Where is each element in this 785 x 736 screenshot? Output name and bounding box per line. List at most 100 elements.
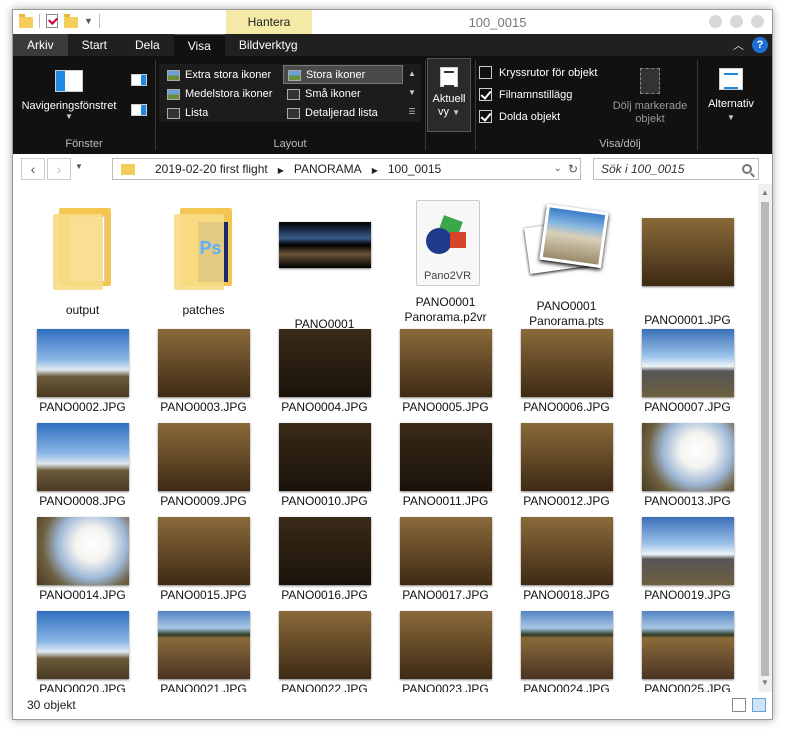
file-item[interactable]: PANO0012.JPG (509, 423, 624, 509)
scroll-down-icon[interactable]: ▼ (758, 676, 772, 690)
file-item[interactable]: PANO0001 Panorama.jpg (267, 200, 382, 347)
scroll-up-icon[interactable]: ▲ (758, 186, 772, 200)
vertical-scrollbar[interactable]: ▲ ▼ (758, 184, 772, 692)
back-button[interactable]: ‹ (21, 158, 45, 180)
checkbox-item-checkboxes[interactable]: Kryssrutor för objekt (479, 66, 597, 82)
file-item[interactable]: PANO0003.JPG (146, 329, 261, 415)
file-item[interactable]: PANO0006.JPG (509, 329, 624, 415)
gallery-more-icon[interactable]: ☰ (405, 102, 419, 121)
large-icons-view-icon[interactable] (752, 698, 766, 712)
file-name: PANO0023.JPG (402, 682, 489, 692)
file-item[interactable]: Ps patches (146, 200, 261, 318)
file-item[interactable]: PANO0004.JPG (267, 329, 382, 415)
checkbox-checked[interactable] (479, 88, 492, 101)
tab-arkiv[interactable]: Arkiv (13, 34, 68, 56)
file-item[interactable]: PANO0015.JPG (146, 517, 261, 603)
checkbox-checked[interactable] (479, 110, 492, 123)
toolbar-separator (39, 14, 40, 28)
layout-medium-icons[interactable]: Medelstora ikoner (163, 85, 272, 104)
search-placeholder: Sök i 100_0015 (601, 162, 685, 176)
search-input[interactable]: Sök i 100_0015 (593, 158, 759, 180)
checkbox-hidden-items[interactable]: Dolda objekt (479, 110, 560, 126)
current-view-button[interactable]: Aktuell vy ▼ (427, 58, 471, 132)
help-icon[interactable]: ? (752, 37, 768, 53)
recent-locations-icon[interactable]: ▼ (75, 162, 83, 171)
layout-large-icons[interactable]: Stora ikoner (283, 65, 403, 84)
file-item[interactable]: PANO0002.JPG (25, 329, 140, 415)
layout-gallery-scroll[interactable]: ▲ ▼ ☰ (405, 64, 419, 122)
checkbox-file-extensions[interactable]: Filnamnstillägg (479, 88, 572, 104)
file-item[interactable]: PANO0024.JPG (509, 611, 624, 692)
file-item[interactable]: PANO0008.JPG (25, 423, 140, 509)
folder-icon[interactable] (19, 13, 33, 28)
details-pane-icon[interactable] (131, 104, 147, 116)
layout-extra-large-icons[interactable]: Extra stora ikoner (163, 66, 271, 85)
scroll-down-icon[interactable]: ▼ (405, 83, 419, 102)
checkbox-unchecked[interactable] (479, 66, 492, 79)
file-item[interactable]: PANO0023.JPG (388, 611, 503, 692)
current-view-label: Aktuell (432, 93, 466, 105)
scroll-up-icon[interactable]: ▲ (405, 64, 419, 83)
file-item[interactable]: PANO0009.JPG (146, 423, 261, 509)
hide-selected-label: Dölj markerade (612, 100, 688, 112)
options-button[interactable]: Alternativ ▼ (701, 68, 761, 124)
maximize-button[interactable] (730, 15, 743, 28)
current-view-icon (440, 67, 458, 87)
tab-dela[interactable]: Dela (121, 34, 174, 56)
address-dropdown-icon[interactable]: ⌄ (554, 159, 562, 179)
pano2vr-icon: Pano2VR (410, 200, 482, 288)
breadcrumb-chevron-icon[interactable]: ▶ (278, 166, 284, 175)
address-controls: ⌄ ↻ (554, 159, 578, 179)
layout-small-icons[interactable]: Små ikoner (283, 85, 361, 104)
file-item[interactable]: PANO0016.JPG (267, 517, 382, 603)
file-item[interactable]: PANO0020.JPG (25, 611, 140, 692)
file-item[interactable]: PANO0025.JPG (630, 611, 745, 692)
folder-icon (52, 208, 113, 290)
file-item[interactable]: PANO0010.JPG (267, 423, 382, 509)
file-item[interactable]: PANO0001.JPG (630, 200, 745, 328)
breadcrumb-item[interactable]: 2019-02-20 first flight (155, 162, 268, 176)
file-item[interactable]: PANO0018.JPG (509, 517, 624, 603)
hide-selected-button[interactable]: Dölj markerade objekt (607, 68, 693, 126)
refresh-icon[interactable]: ↻ (568, 159, 578, 179)
file-item[interactable]: PANO0013.JPG (630, 423, 745, 509)
file-item[interactable]: PANO0021.JPG (146, 611, 261, 692)
new-folder-icon[interactable] (64, 13, 78, 28)
forward-button[interactable]: › (47, 158, 71, 180)
file-name: PANO0025.JPG (644, 682, 731, 692)
file-item[interactable]: PANO0017.JPG (388, 517, 503, 603)
file-item[interactable]: PANO0001 Panorama.pts (509, 200, 624, 329)
layout-list[interactable]: Lista (163, 104, 208, 123)
file-item[interactable]: Pano2VR PANO0001 Panorama.p2vr (388, 200, 503, 325)
file-item[interactable]: PANO0005.JPG (388, 329, 503, 415)
breadcrumb-item[interactable]: 100_0015 (388, 162, 441, 176)
file-item[interactable]: PANO0011.JPG (388, 423, 503, 509)
navigation-pane-button[interactable]: Navigeringsfönstret ▼ (21, 70, 117, 121)
scrollbar-thumb[interactable] (761, 202, 769, 676)
group-separator (425, 60, 426, 150)
minimize-button[interactable] (709, 15, 722, 28)
properties-icon[interactable] (46, 14, 58, 28)
breadcrumb-chevron-icon[interactable]: ▶ (372, 166, 378, 175)
search-icon[interactable] (742, 164, 752, 174)
image-thumbnail (641, 517, 734, 585)
file-item[interactable]: PANO0014.JPG (25, 517, 140, 603)
context-tab-hantera[interactable]: Hantera (226, 10, 312, 34)
breadcrumb-item[interactable]: PANORAMA (294, 162, 362, 176)
file-name: PANO0004.JPG (281, 400, 368, 414)
file-item[interactable]: PANO0022.JPG (267, 611, 382, 692)
tab-visa[interactable]: Visa (173, 34, 225, 56)
file-item[interactable]: PANO0019.JPG (630, 517, 745, 603)
address-bar[interactable]: 2019-02-20 first flight ▶ PANORAMA ▶ 100_001… (112, 158, 581, 180)
file-item[interactable]: PANO0007.JPG (630, 329, 745, 415)
tab-bildverktyg[interactable]: Bildverktyg (225, 34, 312, 56)
close-button[interactable] (751, 15, 764, 28)
tab-start[interactable]: Start (68, 34, 121, 56)
file-name: patches (182, 303, 225, 317)
details-view-icon[interactable] (732, 698, 746, 712)
chevron-down-icon[interactable]: ▼ (84, 16, 93, 26)
collapse-ribbon-icon[interactable]: ︿ (733, 37, 744, 53)
layout-details[interactable]: Detaljerad lista (283, 104, 378, 123)
file-item[interactable]: output (25, 200, 140, 318)
preview-pane-icon[interactable] (131, 74, 147, 86)
